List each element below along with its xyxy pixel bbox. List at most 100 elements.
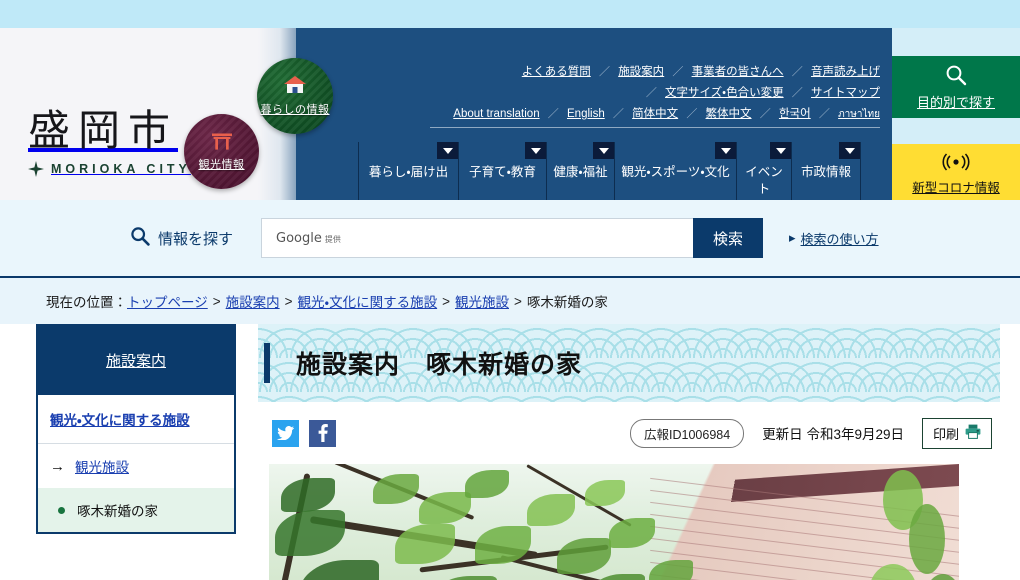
breadcrumb-item-tourism-culture[interactable]: 観光・文化に関する施設 (298, 291, 438, 311)
tourism-info-badge[interactable]: 観光情報 (184, 114, 259, 189)
living-badge-label: 暮らしの情報 (260, 104, 330, 116)
facility-photo (269, 464, 959, 580)
facebook-icon (318, 424, 328, 442)
util-sep: ／ (672, 66, 684, 78)
sidebar-heading-link[interactable]: 施設案内 (106, 353, 166, 370)
site-logo[interactable]: 盛岡市 MORIOKA CITY (28, 110, 191, 177)
breadcrumb: 現在の位置： トップページ > 施設案内 > 観光・文化に関する施設 > 観光施… (0, 278, 1020, 324)
lang-link-simplified-chinese[interactable]: 简体中文 (632, 108, 678, 120)
breadcrumb-item-facilities[interactable]: 施設案内 (226, 291, 280, 311)
util-sep: ／ (791, 66, 803, 78)
util-link-voice-reader[interactable]: 音声読み上げ (811, 66, 880, 78)
sidebar-item-tourism-culture[interactable]: 観光・文化に関する施設 (38, 395, 234, 444)
twitter-share-button[interactable] (272, 419, 299, 447)
utility-links-row-1: よくある質問 ／ 施設案内 ／ 事業者の皆さんへ ／ 音声読み上げ (430, 62, 880, 83)
sidebar: 施設案内 観光・文化に関する施設 → 観光施設 啄木新婚の家 (36, 324, 236, 534)
search-help-group: ▸ 検索の使い方 (789, 229, 879, 248)
utility-links-row-2: ／ 文字サイズ・色合い変更 ／ サイトマップ (430, 83, 880, 104)
content-meta-row: 広報ID1006984 更新日 令和3年9月29日 印刷 (258, 402, 1000, 464)
site-header: 盛岡市 MORIOKA CITY 観光情報 暮らしの情報 よくある質問 ／ 施設… (0, 28, 1020, 200)
nav-item-childcare[interactable]: 子育て・教育 (458, 142, 546, 200)
util-link-sitemap[interactable]: サイトマップ (811, 87, 880, 99)
title-accent-bar (264, 343, 270, 383)
chevron-down-icon[interactable] (770, 142, 791, 159)
living-info-badge[interactable]: 暮らしの情報 (257, 58, 333, 134)
util-link-faq[interactable]: よくある質問 (522, 66, 591, 78)
util-sep: ／ (645, 87, 657, 99)
facebook-share-button[interactable] (309, 419, 336, 447)
social-share-group (272, 419, 336, 447)
tourism-badge-label: 観光情報 (198, 158, 245, 171)
search-input-wrapper[interactable]: Google 提供 (261, 218, 694, 258)
chevron-down-icon[interactable] (839, 142, 860, 159)
util-link-facilities[interactable]: 施設案内 (618, 66, 664, 78)
main-navigation: 暮らし・届け出 子育て・教育 健康・福祉 観光・スポーツ・文化 イベント 市政情… (358, 142, 861, 200)
torii-gate-icon (211, 132, 233, 154)
chevron-down-icon[interactable] (525, 142, 546, 159)
main-content: 施設案内 啄木新婚の家 広報ID1006984 更新日 令和3年9月29日 印刷 (258, 324, 1000, 580)
search-icon (130, 226, 150, 250)
lang-link-traditional-chinese[interactable]: 繁体中文 (706, 108, 752, 120)
google-word: Google (276, 230, 322, 246)
nav-item-health[interactable]: 健康・福祉 (546, 142, 614, 200)
utility-links: よくある質問 ／ 施設案内 ／ 事業者の皆さんへ ／ 音声読み上げ ／ 文字サイ… (430, 62, 880, 128)
print-button-label: 印刷 (932, 426, 959, 442)
util-sep: ／ (818, 108, 830, 120)
nav-item-living[interactable]: 暮らし・届け出 (358, 142, 458, 200)
logo-kanji-text: 盛岡市 (28, 106, 179, 155)
search-submit-button[interactable]: 検索 (693, 218, 764, 258)
sidebar-item-tourism-culture-label[interactable]: 観光・文化に関する施設 (50, 413, 190, 428)
util-link-business[interactable]: 事業者の皆さんへ (692, 66, 784, 78)
search-by-purpose-label: 目的別で探す (916, 94, 995, 110)
util-link-textsize[interactable]: 文字サイズ・色合い変更 (665, 87, 784, 99)
logo-roman-text: MORIOKA CITY (51, 162, 191, 176)
breadcrumb-item-top[interactable]: トップページ (127, 291, 208, 311)
breadcrumb-item-tourism-facility[interactable]: 観光施設 (455, 291, 509, 311)
util-sep: ／ (547, 108, 559, 120)
corona-info-button[interactable]: 新型コロナ情報 (892, 144, 1020, 200)
nav-item-label: イベント (745, 165, 783, 196)
breadcrumb-separator: > (284, 293, 293, 309)
nav-item-tourism[interactable]: 観光・スポーツ・文化 (614, 142, 736, 200)
compass-diamond-icon (28, 161, 44, 177)
google-provider-mark: Google 提供 (276, 231, 341, 246)
nav-item-cityinfo[interactable]: 市政情報 (791, 142, 861, 200)
language-links-row: About translation ／ English ／ 简体中文 ／ 繁体中… (430, 104, 880, 128)
lang-link-about-translation[interactable]: About translation (453, 108, 539, 120)
lang-link-korean[interactable]: 한국어 (779, 108, 811, 120)
breadcrumb-item-current: 啄木新婚の家 (526, 295, 608, 310)
search-label-text: 情報を探す (158, 230, 234, 248)
search-help-link[interactable]: 検索の使い方 (801, 229, 879, 248)
nav-item-label: 健康・福祉 (553, 165, 608, 179)
lang-link-english[interactable]: English (567, 108, 605, 120)
search-icon (945, 64, 967, 91)
sidebar-heading[interactable]: 施設案内 (38, 326, 234, 395)
page-title-bar: 施設案内 啄木新婚の家 (258, 324, 1000, 402)
nav-item-label: 子育て・教育 (469, 165, 536, 179)
arrow-right-icon: → (50, 457, 65, 475)
sidebar-item-tourism-facility-label[interactable]: 観光施設 (75, 456, 129, 476)
breadcrumb-separator: > (212, 293, 221, 309)
twitter-icon (277, 426, 294, 440)
content-meta-right: 広報ID1006984 更新日 令和3年9月29日 印刷 (630, 417, 992, 449)
chevron-down-icon[interactable] (437, 142, 458, 159)
util-sep: ／ (612, 108, 624, 120)
logo-roman-row: MORIOKA CITY (28, 161, 191, 177)
chevron-down-icon[interactable] (593, 142, 614, 159)
printer-icon (965, 424, 981, 442)
lang-link-thai[interactable]: ภาษาไทย (838, 109, 880, 120)
util-sep: ／ (759, 108, 771, 120)
print-button[interactable]: 印刷 (921, 417, 992, 449)
search-by-purpose-button[interactable]: 目的別で探す (892, 56, 1020, 118)
sidebar-item-current-page: 啄木新婚の家 (38, 488, 234, 532)
page-body: 施設案内 観光・文化に関する施設 → 観光施設 啄木新婚の家 施設案内 啄木新婚… (0, 324, 1020, 580)
sidebar-item-tourism-facility[interactable]: → 観光施設 (38, 444, 234, 488)
breadcrumb-separator: > (442, 293, 450, 309)
nav-item-label: 暮らし・届け出 (368, 165, 449, 179)
chevron-down-icon[interactable] (715, 142, 736, 159)
search-label-group: 情報を探す (130, 226, 233, 250)
nav-item-events[interactable]: イベント (736, 142, 791, 200)
bullet-dot-icon (58, 506, 65, 514)
house-icon (283, 75, 307, 99)
breadcrumb-separator: > (514, 293, 522, 309)
